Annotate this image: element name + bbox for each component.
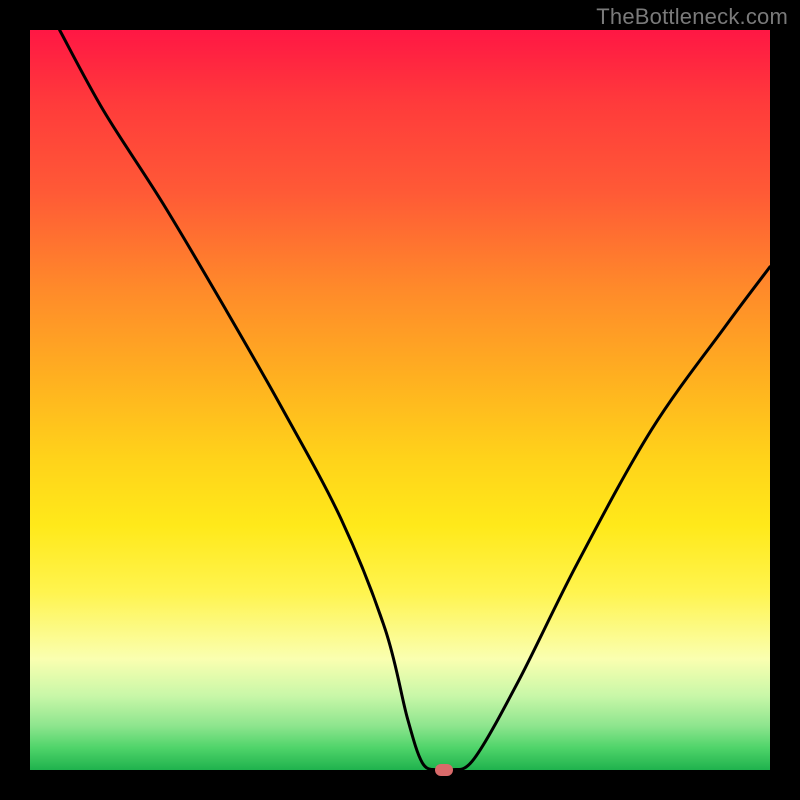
min-marker — [435, 764, 453, 776]
watermark-text: TheBottleneck.com — [596, 4, 788, 30]
plot-area — [30, 30, 770, 770]
chart-frame: TheBottleneck.com — [0, 0, 800, 800]
curve-path — [60, 30, 770, 771]
bottleneck-curve — [30, 30, 770, 770]
